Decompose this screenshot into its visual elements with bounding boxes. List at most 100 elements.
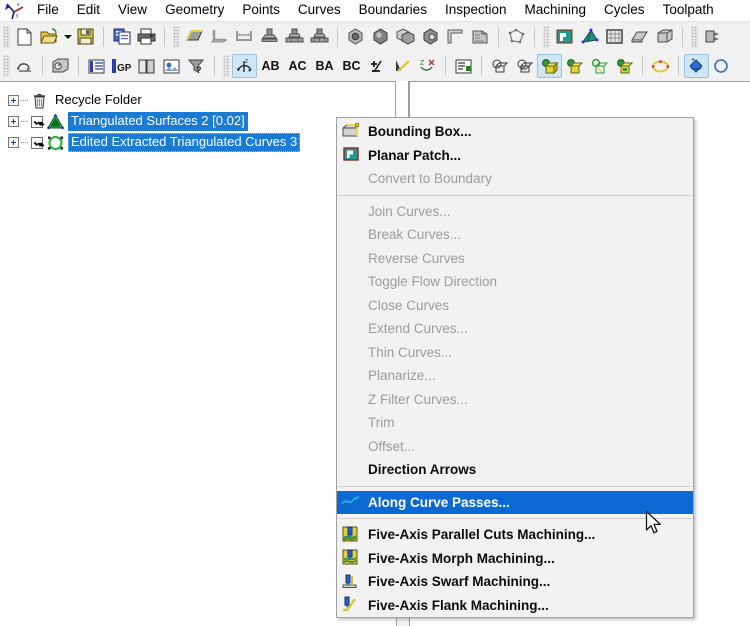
paint-extra-button[interactable]: [709, 54, 734, 78]
menu-curves[interactable]: Curves: [289, 0, 350, 20]
menu-item-direction-arrows[interactable]: Direction Arrows: [337, 458, 693, 482]
angle-measure-button[interactable]: [390, 54, 415, 78]
menu-points[interactable]: Points: [233, 0, 289, 20]
shaded-all-button[interactable]: [612, 54, 637, 78]
menu-edit[interactable]: Edit: [68, 0, 109, 20]
toolbar-grip[interactable]: [173, 25, 180, 48]
menu-item-planar-patch[interactable]: Planar Patch...: [337, 144, 693, 168]
curves-context-menu[interactable]: Bounding Box... Planar Patch... Convert …: [336, 117, 694, 618]
grid-mesh-button[interactable]: [602, 25, 627, 49]
tree-connector: [21, 100, 29, 101]
solid-section-button[interactable]: [468, 25, 493, 49]
hidden-line-button[interactable]: [512, 54, 537, 78]
menu-item-no-icon: [341, 202, 363, 220]
paint-fill-button[interactable]: [684, 54, 709, 78]
menu-item-reverse-curves: Reverse Curves: [337, 247, 693, 271]
create-surface-button[interactable]: [182, 25, 207, 49]
corner-surface-button[interactable]: [207, 25, 232, 49]
corner-frame-button[interactable]: [443, 25, 468, 49]
menu-item-label: Toggle Flow Direction: [368, 274, 498, 290]
menu-geometry[interactable]: Geometry: [156, 0, 233, 20]
menu-file[interactable]: File: [28, 0, 68, 20]
solid-subtract-button[interactable]: [418, 25, 443, 49]
new-file-button[interactable]: [12, 25, 37, 49]
boundary-loop-button[interactable]: [648, 54, 673, 78]
menu-inspection[interactable]: Inspection: [436, 0, 516, 20]
menu-machining[interactable]: Machining: [516, 0, 596, 20]
list-view-button[interactable]: [84, 54, 109, 78]
z-axis-clear-button[interactable]: Z: [415, 54, 440, 78]
menu-item-five-axis-parallel-cuts[interactable]: Five-Axis Parallel Cuts Machining...: [337, 523, 693, 547]
shaded-check-button[interactable]: [587, 54, 612, 78]
print-button[interactable]: [134, 25, 159, 49]
toolbar-grip[interactable]: [3, 55, 10, 77]
menu-view[interactable]: View: [109, 0, 156, 20]
toolbar-grip[interactable]: [691, 25, 698, 48]
bc-axis-button[interactable]: BC: [338, 54, 365, 78]
planar-patch-button[interactable]: [552, 25, 577, 49]
solid-union-button[interactable]: [393, 25, 418, 49]
extra-tool-button[interactable]: [700, 25, 725, 49]
toolbar-grip[interactable]: [223, 55, 230, 77]
expand-icon[interactable]: [8, 95, 19, 106]
menu-cycles[interactable]: Cycles: [595, 0, 654, 20]
menu-item-label: Z Filter Curves...: [368, 391, 468, 407]
loft-surface-button[interactable]: [232, 25, 257, 49]
tree-node-label: Edited Extracted Triangulated Curves 3: [68, 133, 301, 152]
tree-node-recycle-folder[interactable]: Recycle Folder: [8, 90, 396, 111]
tree-node-checkbox[interactable]: [31, 136, 43, 149]
tree-node-checkbox[interactable]: [31, 115, 43, 128]
axis-rotate-button[interactable]: Z: [232, 54, 257, 78]
slab-button[interactable]: [627, 25, 652, 49]
copy-button[interactable]: [109, 25, 134, 49]
menu-item-five-axis-swarf[interactable]: Five-Axis Swarf Machining...: [337, 570, 693, 594]
menu-item-no-icon: [341, 273, 363, 291]
toolbar-grip[interactable]: [543, 25, 550, 48]
tolerance-button[interactable]: [365, 54, 390, 78]
part-surface-button[interactable]: [307, 25, 332, 49]
tree-node-label: Recycle Folder: [55, 92, 142, 107]
block-button[interactable]: [652, 25, 677, 49]
menu-item-label: Reverse Curves: [368, 250, 465, 266]
toolbar-separator: [78, 56, 79, 76]
menu-item-bounding-box[interactable]: Bounding Box...: [337, 120, 693, 144]
solid-dark-button[interactable]: [368, 25, 393, 49]
open-file-button[interactable]: [37, 25, 62, 49]
expand-icon[interactable]: [8, 116, 19, 127]
expand-icon[interactable]: [8, 137, 19, 148]
ugp-button[interactable]: GP: [109, 54, 134, 78]
properties-button[interactable]: [451, 54, 476, 78]
page-image-button[interactable]: [159, 54, 184, 78]
ab-axis-button[interactable]: AB: [257, 54, 284, 78]
triangulated-surface-button[interactable]: [577, 25, 602, 49]
menu-item-no-icon: [341, 226, 363, 244]
ac-axis-button[interactable]: AC: [284, 54, 311, 78]
menu-toolpath[interactable]: Toolpath: [654, 0, 723, 20]
menu-item-no-icon: [341, 170, 363, 188]
menu-item-close-curves: Close Curves: [337, 294, 693, 318]
menu-item-five-axis-morph[interactable]: Five-Axis Morph Machining...: [337, 547, 693, 571]
toolbar-separator: [214, 56, 215, 76]
book-button[interactable]: [134, 54, 159, 78]
mesh-outline-button[interactable]: [504, 25, 529, 49]
menu-boundaries[interactable]: Boundaries: [350, 0, 436, 20]
menu-item-join-curves: Join Curves...: [337, 200, 693, 224]
chevron-down-icon[interactable]: [62, 25, 73, 49]
check-surface-button[interactable]: [282, 25, 307, 49]
view-cube-button[interactable]: [48, 54, 73, 78]
drive-surface-button[interactable]: [257, 25, 282, 49]
menu-item-label: Extend Curves...: [368, 321, 468, 337]
ba-axis-button[interactable]: BA: [311, 54, 338, 78]
funnel-help-button[interactable]: ?: [184, 54, 209, 78]
shaded-part-button[interactable]: [562, 54, 587, 78]
shaded-drive-button[interactable]: [537, 54, 562, 78]
save-button[interactable]: [73, 25, 98, 49]
solid-shade-button[interactable]: [343, 25, 368, 49]
transform-button[interactable]: [12, 54, 37, 78]
five-axis-parallel-cuts-icon: [341, 526, 363, 544]
menu-item-along-curve-passes[interactable]: Along Curve Passes...: [337, 490, 693, 514]
menu-item-five-axis-flank[interactable]: Five-Axis Flank Machining...: [337, 594, 693, 618]
svg-text:x: x: [17, 2, 20, 8]
wireframe-view-button[interactable]: [487, 54, 512, 78]
toolbar-grip[interactable]: [3, 25, 10, 48]
